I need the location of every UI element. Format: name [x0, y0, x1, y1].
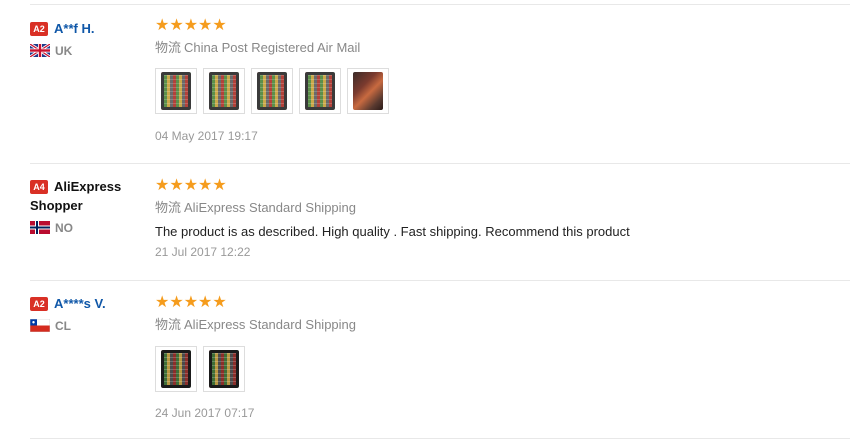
review-photos — [155, 68, 835, 114]
star-rating: ★★★★★ — [155, 17, 227, 34]
review-text: The product is as described. High qualit… — [155, 224, 630, 239]
logistics-label: 物流 — [155, 40, 182, 55]
star-rating: ★★★★★ — [155, 177, 227, 194]
reviewer-info: A4 AliExpress Shopper NO — [30, 177, 140, 235]
logistics-info: 物流 China Post Registered Air Mail — [155, 39, 835, 57]
reviewer-name[interactable]: A****s V. — [54, 296, 106, 311]
logistics-info: 物流 AliExpress Standard Shipping — [155, 316, 835, 334]
review-photo[interactable] — [155, 68, 197, 114]
review-content: ★★★★★ 物流 AliExpress Standard Shipping The… — [155, 177, 835, 260]
review-photos — [155, 346, 835, 392]
review-photo[interactable] — [347, 68, 389, 114]
logistics-label: 物流 — [155, 200, 182, 215]
level-badge: A2 — [30, 22, 48, 36]
country-code: UK — [55, 44, 73, 58]
review-date: 21 Jul 2017 12:22 — [155, 245, 251, 259]
reviewer-country: UK — [30, 44, 140, 58]
review-date: 24 Jun 2017 07:17 — [155, 406, 255, 420]
uk-flag-icon — [30, 44, 50, 57]
level-badge: A2 — [30, 297, 48, 311]
review-content: ★★★★★ 物流 China Post Registered Air Mail 0… — [155, 17, 835, 144]
divider — [30, 438, 850, 439]
norway-flag-icon — [30, 221, 50, 234]
reviewer-country: CL — [30, 319, 140, 333]
divider — [30, 4, 850, 5]
review-photo[interactable] — [203, 68, 245, 114]
review-date: 04 May 2017 19:17 — [155, 129, 258, 143]
country-code: CL — [55, 319, 71, 333]
level-badge: A4 — [30, 180, 48, 194]
logistics-method: AliExpress Standard Shipping — [184, 200, 357, 215]
review-content: ★★★★★ 物流 AliExpress Standard Shipping 24 … — [155, 294, 835, 421]
reviewer-info: A2 A****s V. CL — [30, 294, 140, 333]
reviewer-country: NO — [30, 221, 140, 235]
review-photo[interactable] — [299, 68, 341, 114]
review-photo[interactable] — [155, 346, 197, 392]
logistics-info: 物流 AliExpress Standard Shipping — [155, 199, 835, 217]
logistics-label: 物流 — [155, 317, 182, 332]
logistics-method: China Post Registered Air Mail — [184, 40, 361, 55]
logistics-method: AliExpress Standard Shipping — [184, 317, 357, 332]
star-rating: ★★★★★ — [155, 294, 227, 311]
country-code: NO — [55, 221, 73, 235]
divider — [30, 163, 850, 164]
reviewer-name[interactable]: A**f H. — [54, 21, 94, 36]
review-photo[interactable] — [203, 346, 245, 392]
chile-flag-icon — [30, 319, 50, 332]
reviewer-info: A2 A**f H. UK — [30, 19, 140, 58]
review-photo[interactable] — [251, 68, 293, 114]
divider — [30, 280, 850, 281]
